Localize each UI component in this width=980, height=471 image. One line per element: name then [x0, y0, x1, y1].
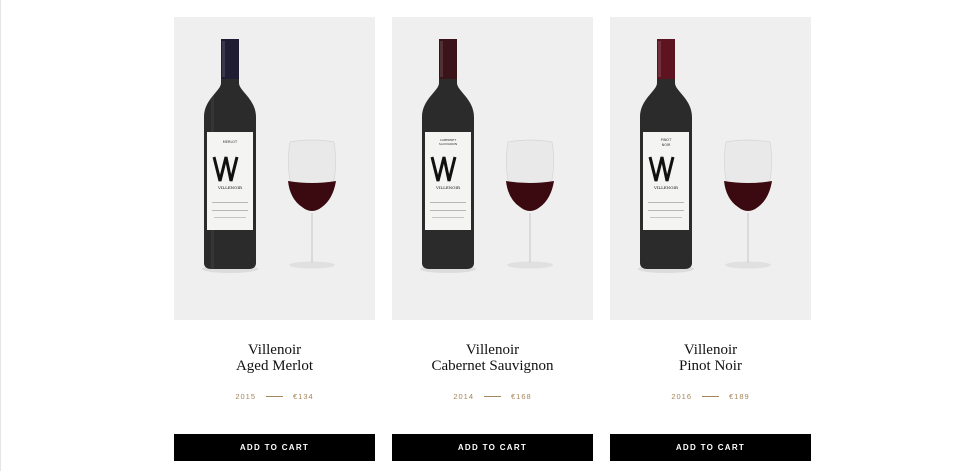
product-year: 2016 [671, 392, 692, 401]
product-year: 2014 [453, 392, 474, 401]
svg-text:VILLENOIR: VILLENOIR [435, 185, 461, 190]
svg-text:PINOT: PINOT [661, 138, 673, 142]
separator-dash [484, 396, 501, 397]
product-name[interactable]: Villenoir Pinot Noir [610, 342, 811, 374]
product-price: €168 [511, 392, 532, 401]
separator-dash [702, 396, 719, 397]
product-name[interactable]: Villenoir Aged Merlot [174, 342, 375, 374]
product-image[interactable]: CABERNET SAUVIGNON VILLENOIR [392, 17, 593, 320]
product-meta: 2014 €168 [453, 392, 531, 401]
product-meta: 2015 €134 [235, 392, 313, 401]
svg-text:SAUVIGNON: SAUVIGNON [439, 142, 457, 146]
product-variety: Pinot Noir [679, 358, 742, 374]
product-price: €189 [729, 392, 750, 401]
add-to-cart-button[interactable]: ADD TO CART [174, 434, 375, 461]
product-card: PINOT NOIR VILLENOIR Villenoir Pinot Noi… [610, 17, 811, 461]
product-brand: Villenoir [247, 342, 302, 358]
product-image[interactable]: PINOT NOIR VILLENOIR [610, 17, 811, 320]
svg-text:VILLENOIR: VILLENOIR [653, 185, 679, 190]
wine-bottle-and-glass-illustration: PINOT NOIR VILLENOIR [638, 39, 772, 273]
product-brand: Villenoir [465, 342, 520, 358]
add-to-cart-button[interactable]: ADD TO CART [610, 434, 811, 461]
product-name[interactable]: Villenoir Cabernet Sauvignon [392, 342, 593, 374]
wine-bottle-and-glass-illustration: CABERNET SAUVIGNON VILLENOIR [420, 39, 554, 273]
product-variety: Aged Merlot [235, 358, 314, 374]
product-brand: Villenoir [683, 342, 738, 358]
product-year: 2015 [235, 392, 256, 401]
product-card: CABERNET SAUVIGNON VILLENOIR Villenoir C… [392, 17, 593, 461]
svg-text:VILLENOIR: VILLENOIR [217, 185, 243, 190]
svg-text:MERLOT: MERLOT [223, 140, 238, 144]
svg-text:NOIR: NOIR [662, 143, 671, 147]
product-price: €134 [293, 392, 314, 401]
product-meta: 2016 €189 [671, 392, 749, 401]
product-grid: MERLOT VILLENOIR Villenoir Aged Merlot 2… [174, 17, 811, 461]
product-image[interactable]: MERLOT VILLENOIR [174, 17, 375, 320]
separator-dash [266, 396, 283, 397]
product-card: MERLOT VILLENOIR Villenoir Aged Merlot 2… [174, 17, 375, 461]
wine-bottle-and-glass-illustration: MERLOT VILLENOIR [202, 39, 336, 273]
page-left-border [0, 0, 1, 471]
product-variety: Cabernet Sauvignon [431, 358, 554, 374]
add-to-cart-button[interactable]: ADD TO CART [392, 434, 593, 461]
